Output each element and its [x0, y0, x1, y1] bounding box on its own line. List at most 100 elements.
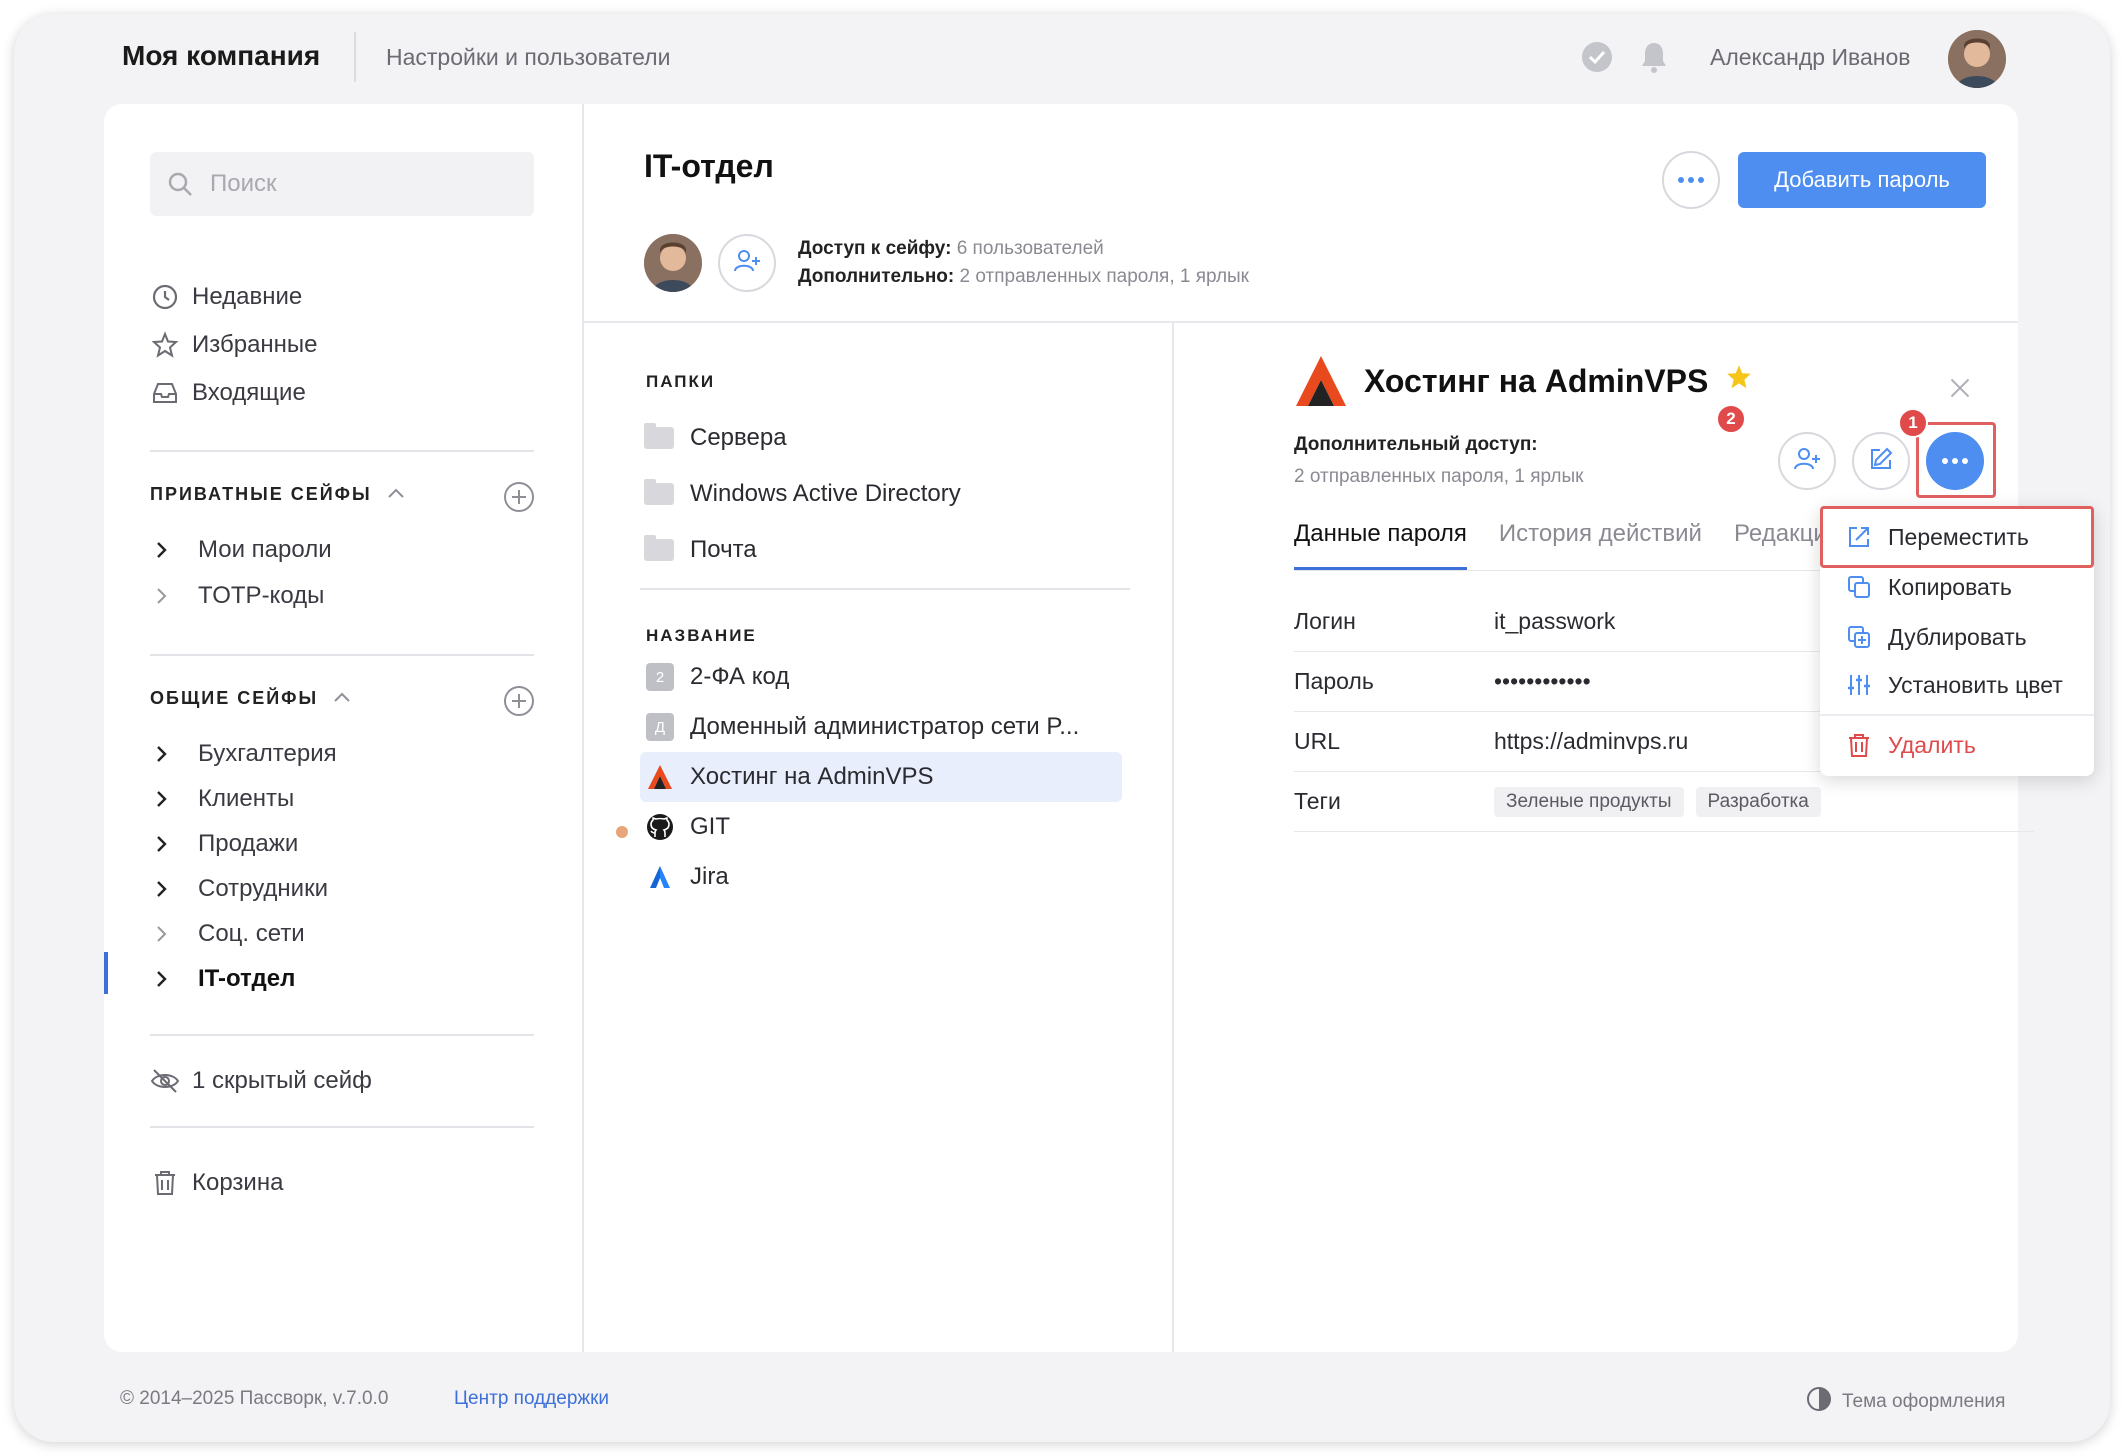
letter-badge-icon: Д: [646, 713, 674, 741]
trash-icon: [150, 1168, 180, 1198]
chevron-up-icon: [386, 484, 406, 505]
search-box[interactable]: [150, 152, 534, 216]
contrast-icon: [1806, 1386, 1832, 1418]
user-avatar[interactable]: [1948, 30, 2006, 88]
folder-icon: [644, 535, 674, 561]
login-value[interactable]: it_passwork: [1494, 608, 1615, 635]
extra-access-value: 2 отправленных пароля, 1 ярлык: [1294, 466, 1584, 487]
header-divider: [354, 32, 356, 82]
highlight-move-item: [1820, 506, 2094, 568]
chevron-right-icon: [154, 879, 184, 899]
highlight-more-button: [1916, 422, 1996, 498]
chevron-up-icon: [332, 688, 352, 709]
vault-my-passwords[interactable]: Мои пароли: [154, 532, 332, 568]
eye-off-icon: [150, 1066, 180, 1096]
vault-accounting[interactable]: Бухгалтерия: [154, 736, 337, 772]
nav-recent[interactable]: Недавние: [150, 278, 302, 316]
divider: [150, 1126, 534, 1128]
add-member-button[interactable]: [718, 234, 776, 292]
vault-social[interactable]: Соц. сети: [154, 916, 305, 952]
favorite-star-icon[interactable]: [1724, 362, 1754, 400]
vault-sales[interactable]: Продажи: [154, 826, 298, 862]
private-vaults-header[interactable]: ПРИВАТНЫЕ СЕЙФЫ: [150, 484, 406, 505]
chevron-right-icon: [154, 744, 184, 764]
tab-password-data[interactable]: Данные пароля: [1294, 520, 1467, 570]
app-window: Моя компания Настройки и пользователи Ал…: [14, 14, 2110, 1442]
duplicate-icon: [1846, 624, 1872, 650]
edit-icon: [1867, 445, 1895, 478]
shared-vaults-header[interactable]: ОБЩИЕ СЕЙФЫ: [150, 688, 352, 709]
vault-it-department[interactable]: IT-отдел: [154, 961, 295, 997]
user-name[interactable]: Александр Иванов: [1710, 44, 1910, 71]
nav-favorites[interactable]: Избранные: [150, 326, 318, 364]
add-password-button[interactable]: Добавить пароль: [1738, 152, 1986, 208]
add-shared-vault-button[interactable]: [504, 686, 534, 716]
more-dots-icon: [1677, 171, 1705, 189]
github-icon: [646, 813, 674, 841]
password-item[interactable]: GIT: [640, 802, 1122, 852]
password-item-selected[interactable]: Хостинг на AdminVPS: [640, 752, 1122, 802]
chevron-right-icon: [154, 789, 184, 809]
menu-copy[interactable]: Копировать: [1820, 562, 2094, 612]
chevron-right-icon: [154, 924, 184, 944]
folder-active-directory[interactable]: Windows Active Directory: [644, 476, 961, 512]
main-card: Недавние Избранные Входящие ПРИВАТНЫЕ СЕ…: [104, 104, 2034, 1352]
vault-totp[interactable]: TOTP-коды: [154, 578, 324, 614]
divider: [640, 588, 1130, 590]
tag-chip[interactable]: Разработка: [1695, 787, 1821, 817]
sidebar: Недавние Избранные Входящие ПРИВАТНЫЕ СЕ…: [104, 104, 584, 1352]
user-plus-icon: [1792, 445, 1822, 478]
edit-button[interactable]: [1852, 432, 1910, 490]
sliders-icon: [1846, 672, 1872, 698]
password-title: Хостинг на AdminVPS: [1294, 354, 1754, 408]
close-icon[interactable]: [1948, 376, 1972, 400]
add-private-vault-button[interactable]: [504, 482, 534, 512]
vault-clients[interactable]: Клиенты: [154, 781, 294, 817]
menu-set-color[interactable]: Установить цвет: [1820, 660, 2094, 710]
names-header: НАЗВАНИЕ: [646, 626, 757, 645]
settings-link[interactable]: Настройки и пользователи: [386, 44, 670, 71]
user-plus-icon: [732, 247, 762, 280]
active-indicator: [104, 952, 108, 994]
adminvps-logo-icon: [1294, 354, 1348, 408]
bell-icon[interactable]: [1638, 40, 1670, 74]
folder-mail[interactable]: Почта: [644, 532, 757, 568]
divider: [584, 321, 2018, 323]
share-button[interactable]: [1778, 432, 1836, 490]
divider: [150, 654, 534, 656]
vault-member-avatar[interactable]: [644, 234, 702, 292]
status-dot: [616, 826, 628, 838]
tab-history[interactable]: История действий: [1499, 520, 1702, 570]
copy-icon: [1846, 574, 1872, 600]
menu-delete[interactable]: Удалить: [1820, 720, 2094, 770]
chevron-right-icon: [154, 540, 184, 560]
password-item[interactable]: 2 2-ФА код: [640, 652, 1122, 702]
jira-icon: [646, 863, 674, 891]
trash-link[interactable]: Корзина: [150, 1164, 283, 1202]
divider: [1294, 570, 1874, 571]
password-value[interactable]: ••••••••••••: [1494, 668, 1591, 695]
field-tags: Теги Зеленые продукты Разработка: [1294, 772, 2034, 832]
step-badge-2: 2: [1716, 404, 1746, 434]
support-link[interactable]: Центр поддержки: [454, 1388, 609, 1410]
search-icon: [166, 170, 194, 203]
hidden-vaults-link[interactable]: 1 скрытый сейф: [150, 1062, 372, 1100]
tag-chip[interactable]: Зеленые продукты: [1494, 787, 1684, 817]
check-status-icon[interactable]: [1582, 42, 1612, 72]
password-item[interactable]: Jira: [640, 852, 1122, 902]
password-item[interactable]: Д Доменный администратор сети P...: [640, 702, 1122, 752]
theme-toggle[interactable]: Тема оформления: [1806, 1386, 2005, 1418]
company-name[interactable]: Моя компания: [122, 40, 320, 72]
divider: [150, 450, 534, 452]
folder-icon: [644, 423, 674, 449]
vault-employees[interactable]: Сотрудники: [154, 871, 328, 907]
folder-icon: [644, 479, 674, 505]
folder-servers[interactable]: Сервера: [644, 420, 787, 456]
menu-duplicate[interactable]: Дублировать: [1820, 612, 2094, 662]
copyright: © 2014–2025 Пассворк, v.7.0.0: [120, 1388, 389, 1409]
divider: [1820, 714, 2094, 716]
search-input[interactable]: [210, 166, 510, 202]
url-value[interactable]: https://adminvps.ru: [1494, 728, 1688, 755]
nav-inbox[interactable]: Входящие: [150, 374, 306, 412]
vault-more-button[interactable]: [1662, 151, 1720, 209]
